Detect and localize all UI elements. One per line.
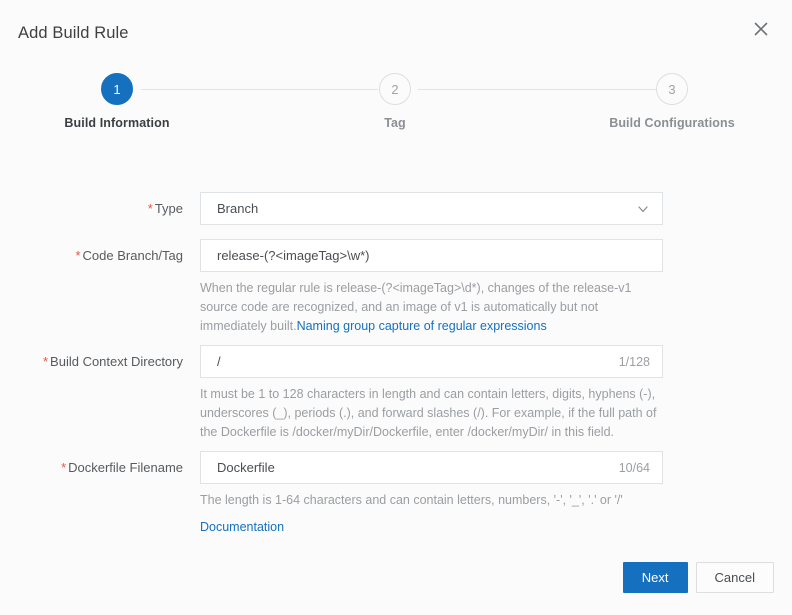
required-marker-build-context-directory: * xyxy=(42,354,49,369)
required-marker-type: * xyxy=(147,201,153,216)
step-label-1: Build Information xyxy=(64,116,170,130)
dockerfile-filename-input[interactable]: Dockerfile 10/64 xyxy=(200,451,663,484)
cancel-button[interactable]: Cancel xyxy=(695,562,774,593)
step-number-3: 3 xyxy=(656,73,688,105)
close-icon[interactable] xyxy=(748,16,774,42)
label-type: * Type xyxy=(0,192,200,218)
dockerfile-filename-value: Dockerfile xyxy=(217,460,275,475)
step-label-2: Tag xyxy=(384,116,406,130)
step-number-1: 1 xyxy=(101,73,133,105)
step-build-configurations[interactable]: 3 Build Configurations xyxy=(597,73,747,132)
form-row-code-branch-tag: * Code Branch/Tag release-(?<imageTag>\w*… xyxy=(0,239,792,336)
label-dockerfile-filename: * Dockerfile Filename xyxy=(0,451,200,477)
form-row-build-context-directory: * Build Context Directory / 1/128 It must… xyxy=(0,345,792,442)
form-row-dockerfile-filename: * Dockerfile Filename Dockerfile 10/64 Th… xyxy=(0,451,792,536)
stepper: 1 Build Information 2 Tag 3 Build Config… xyxy=(0,73,792,173)
label-build-context-directory: * Build Context Directory xyxy=(0,345,200,371)
build-rule-form: * Type Branch * Code Branch/Tag release-(?… xyxy=(0,192,792,536)
page-title: Add Build Rule xyxy=(18,24,129,42)
dialog-footer: Next Cancel xyxy=(622,562,774,593)
type-select-value: Branch xyxy=(217,201,259,216)
step-tag[interactable]: 2 Tag xyxy=(320,73,470,132)
required-marker-dockerfile-filename: * xyxy=(61,460,67,475)
build-context-directory-counter: 1/128 xyxy=(618,354,650,369)
label-code-branch-tag-text: Code Branch/Tag xyxy=(82,248,183,263)
documentation-link[interactable]: Documentation xyxy=(200,520,284,534)
label-type-text: Type xyxy=(154,201,183,216)
step-build-information[interactable]: 1 Build Information xyxy=(42,73,192,132)
naming-group-capture-link[interactable]: Naming group capture of regular expressi… xyxy=(297,319,547,333)
type-select[interactable]: Branch xyxy=(200,192,663,225)
dockerfile-filename-hint: The length is 1-64 characters and can co… xyxy=(200,493,623,507)
label-build-context-directory-text: Build Context Directory xyxy=(50,354,183,369)
build-context-directory-hint: It must be 1 to 128 characters in length… xyxy=(200,387,657,439)
code-branch-tag-input[interactable]: release-(?<imageTag>\w*) xyxy=(200,239,663,272)
build-context-directory-value: / xyxy=(217,354,221,369)
step-label-3: Build Configurations xyxy=(609,116,735,130)
label-code-branch-tag: * Code Branch/Tag xyxy=(0,239,200,265)
dockerfile-filename-counter: 10/64 xyxy=(618,460,650,475)
code-branch-tag-value: release-(?<imageTag>\w*) xyxy=(217,248,370,263)
next-button[interactable]: Next xyxy=(622,562,688,593)
required-marker-code-branch-tag: * xyxy=(75,248,81,263)
code-branch-tag-hint: When the regular rule is release-(?<imag… xyxy=(200,279,663,336)
build-context-directory-input[interactable]: / 1/128 xyxy=(200,345,663,378)
step-number-2: 2 xyxy=(379,73,411,105)
chevron-down-icon xyxy=(636,202,650,216)
form-row-type: * Type Branch xyxy=(0,192,792,225)
label-dockerfile-filename-text: Dockerfile Filename xyxy=(68,460,183,475)
